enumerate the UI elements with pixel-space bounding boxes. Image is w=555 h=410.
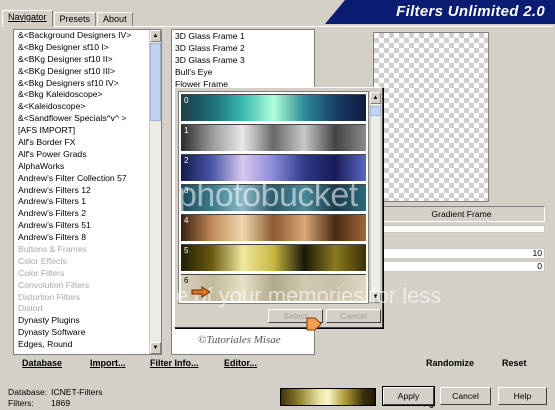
category-item[interactable]: &<Kaleidoscope> [14,101,161,113]
category-item[interactable]: Andrew's Filters 51 [14,220,161,232]
gradient-index-label: 2 [184,156,189,165]
category-item[interactable]: Convolution Filters [14,280,161,292]
gradient-preview-swatch [280,388,376,406]
database-status-label: Database: [8,387,48,397]
gradient-index-label: 1 [184,126,189,135]
bottom-toolbar: Database Import... Filter Info... Editor… [0,358,555,380]
app-title: Filters Unlimited 2.0 [396,3,545,20]
category-item[interactable]: Dynasty Plugins [14,315,161,327]
import-button[interactable]: Import... [90,358,126,368]
database-status: Database: ICNET-Filters [8,387,103,397]
category-item[interactable]: Distortion Filters [14,292,161,304]
filter-item[interactable]: 3D Glass Frame 2 [172,42,314,54]
filter-item[interactable]: 3D Glass Frame 1 [172,30,314,42]
gradient-index-label: 5 [184,246,189,255]
filter-item[interactable]: Bull's Eye [172,66,314,78]
scroll-down-button[interactable]: ▼ [150,342,161,354]
category-item[interactable]: Andrew's Filters 1 [14,196,161,208]
scroll-up-button[interactable]: ▲ [150,30,161,42]
category-scrollbar[interactable]: ▲ ▼ [149,30,161,354]
category-item[interactable]: Buttons & Frames [14,244,161,256]
gradient-option[interactable]: 0 [181,94,366,121]
gradient-index-label: 0 [184,96,189,105]
title-banner: Filters Unlimited 2.0 [325,0,555,24]
category-item[interactable]: Edges, Round [14,339,161,351]
tab-bar: Navigator Presets About [2,10,134,27]
category-item[interactable]: &<BKg Designer sf10 III> [14,66,161,78]
category-items: &<Background Designers IV> &<Bkg Designer… [14,30,161,351]
database-button[interactable]: Database [22,358,62,368]
filter-items: 3D Glass Frame 1 3D Glass Frame 2 3D Glass… [172,30,314,90]
tab-about[interactable]: About [97,12,133,27]
param-1-value[interactable]: 10 [382,248,545,259]
reset-button[interactable]: Reset [502,358,527,368]
filter-info-button[interactable]: Filter Info... [150,358,199,368]
param-2-value[interactable]: 0 [382,261,545,272]
filter-preview [373,32,489,202]
watermark-text: photobucket [178,176,358,214]
popup-cancel-button[interactable]: Cancel [326,309,381,323]
category-item[interactable]: Distort [14,303,161,315]
category-item[interactable]: Andrew's Filters 12 [14,185,161,197]
filters-status: Filters: 1869 [8,398,70,408]
hand-pointer-icon [306,317,322,331]
gradient-option[interactable]: 1 [181,124,366,151]
apply-button[interactable]: Apply [382,386,435,406]
category-item[interactable]: &<Sandflower Specials^v^ > [14,113,161,125]
category-item[interactable]: &<Background Designers IV> [14,30,161,42]
hand-pointer-icon [191,286,211,298]
category-item[interactable]: Andrew's Filters 8 [14,232,161,244]
category-item[interactable]: AlphaWorks [14,161,161,173]
filter-name-label: Gradient Frame [378,206,545,222]
param-slider-row[interactable] [382,225,545,233]
category-item[interactable]: [AFS IMPORT] [14,125,161,137]
category-item[interactable]: &<Bkg Kaleidoscope> [14,89,161,101]
category-item[interactable]: &<BKg Designer sf10 II> [14,54,161,66]
randomize-button[interactable]: Randomize [426,358,474,368]
category-item[interactable]: &<Bkg Designer sf10 I> [14,42,161,54]
category-item[interactable]: Color Filters [14,268,161,280]
gradient-scrollbar[interactable]: ▲ ▼ [370,91,381,304]
editor-button[interactable]: Editor... [224,358,257,368]
filters-status-label: Filters: [8,398,34,408]
scroll-thumb[interactable] [150,43,161,121]
gradient-index-label: 4 [184,216,189,225]
scroll-up-button[interactable]: ▲ [370,92,381,104]
category-item[interactable]: Alf's Power Grads [14,149,161,161]
divider [2,26,553,27]
cancel-button[interactable]: Cancel [440,387,491,405]
category-item[interactable]: Color Effects [14,256,161,268]
category-list[interactable]: &<Background Designers IV> &<Bkg Designer… [13,29,162,355]
help-button[interactable]: Help [498,387,547,405]
gradient-option[interactable]: 4 [181,214,366,241]
category-item[interactable]: Andrew's Filters 2 [14,208,161,220]
scroll-thumb[interactable] [370,106,381,116]
gradient-option[interactable]: 5 [181,244,366,271]
tab-presets[interactable]: Presets [53,12,97,27]
category-item[interactable]: Andrew's Filter Collection 57 [14,173,161,185]
watermark-tagline: e of your memories for less [176,283,442,308]
category-item[interactable]: Alf's Border FX [14,137,161,149]
credit-text: ©Tutoriales Misae [198,334,281,346]
category-item[interactable]: Dynasty Software [14,327,161,339]
category-item[interactable]: &<Bkg Designers sf10 IV> [14,78,161,90]
filters-status-value: 1869 [51,398,71,408]
filter-item[interactable]: 3D Glass Frame 3 [172,54,314,66]
database-status-value: ICNET-Filters [51,387,103,397]
tab-navigator[interactable]: Navigator [2,10,53,27]
